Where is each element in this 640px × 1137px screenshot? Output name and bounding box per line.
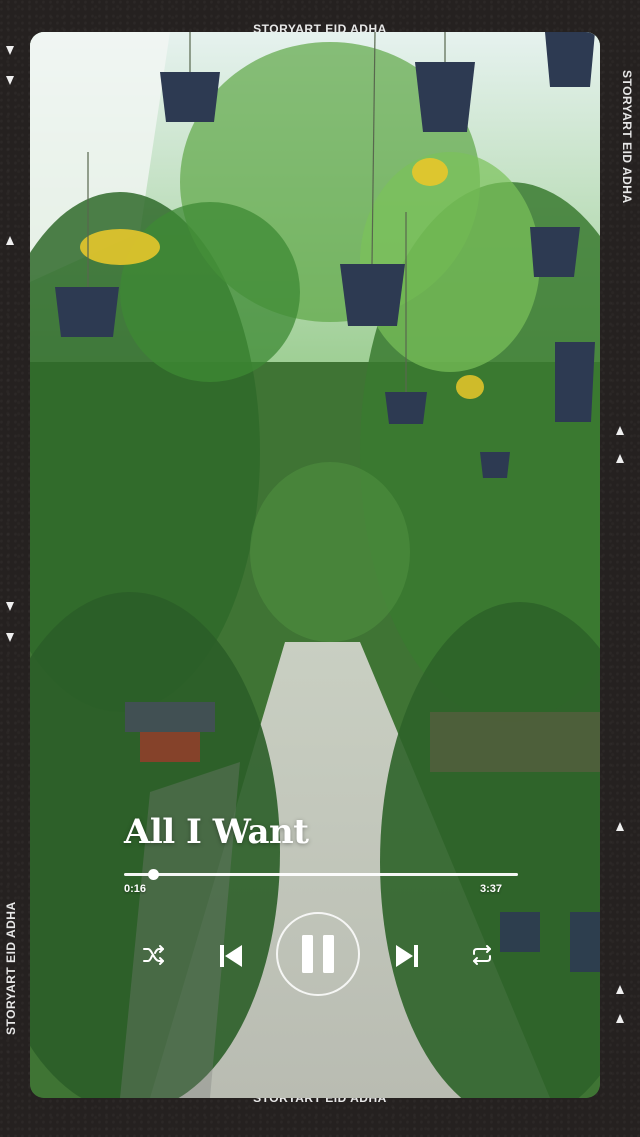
previous-button[interactable]: [218, 943, 244, 969]
pause-glyph: [300, 933, 336, 975]
film-mark-icon: [616, 1014, 624, 1023]
film-mark-icon: [616, 985, 624, 994]
shuffle-icon: [143, 945, 164, 965]
shuffle-button[interactable]: [142, 944, 166, 966]
skip-next-icon: [396, 945, 418, 967]
repeat-button[interactable]: [470, 944, 494, 966]
film-mark-icon: [6, 602, 14, 611]
film-mark-icon: [616, 426, 624, 435]
progress-bar[interactable]: [124, 873, 518, 876]
film-mark-icon: [6, 46, 14, 55]
film-mark-icon: [6, 76, 14, 85]
film-mark-icon: [6, 633, 14, 642]
pause-icon: [302, 935, 334, 973]
next-button[interactable]: [394, 943, 420, 969]
film-mark-icon: [616, 822, 624, 831]
caption-left: STORYART EID ADHA: [4, 901, 18, 1035]
total-time: 3:37: [480, 883, 503, 895]
skip-previous-icon: [220, 945, 242, 967]
track-title: All I Want: [124, 812, 309, 852]
film-mark-icon: [616, 454, 624, 463]
film-mark-icon: [6, 236, 14, 245]
caption-right: STORYART EID ADHA: [620, 70, 634, 204]
repeat-icon: [473, 945, 491, 965]
elapsed-time: 0:16: [124, 883, 147, 895]
